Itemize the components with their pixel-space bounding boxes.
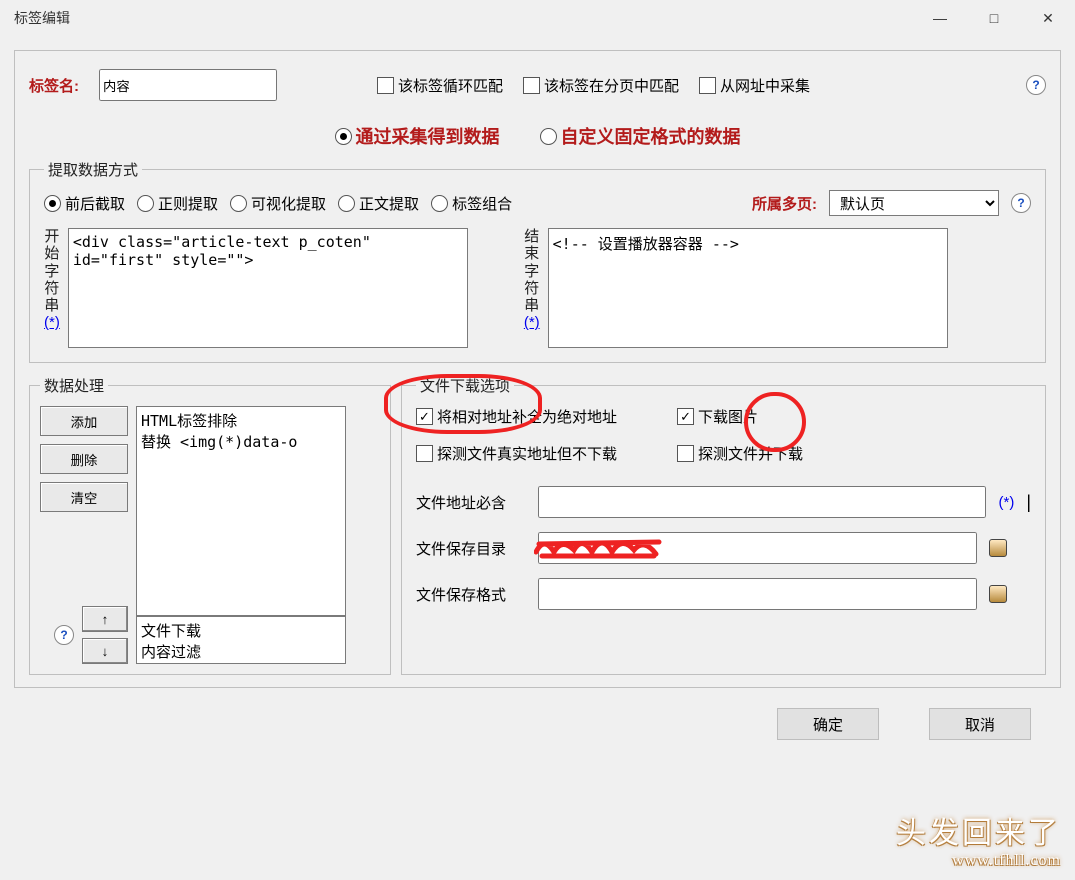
- titlebar: 标签编辑 — □ ✕: [0, 0, 1075, 36]
- extract-fieldset: 提取数据方式 前后截取 正则提取 可视化提取 正文提取 标签组合 所属多页: 默…: [29, 159, 1046, 363]
- start-wildcard[interactable]: (*): [44, 314, 60, 331]
- cancel-button[interactable]: 取消: [929, 708, 1031, 740]
- owner-label: 所属多页:: [752, 193, 817, 214]
- clear-button[interactable]: 清空: [40, 482, 128, 512]
- savedir-input[interactable]: [538, 532, 977, 564]
- owner-select[interactable]: 默认页: [829, 190, 999, 216]
- mustcontain-label: 文件地址必含: [416, 492, 526, 513]
- savedir-label: 文件保存目录: [416, 538, 526, 559]
- process-fieldset: 数据处理 添加 删除 清空 ? ↑ ↓ HTML标签排除 替换 <img(*)d…: [29, 375, 391, 675]
- file-legend: 文件下载选项: [416, 375, 514, 396]
- extract-visual[interactable]: 可视化提取: [230, 193, 326, 214]
- cb-probe-dl[interactable]: 探测文件并下载: [677, 443, 803, 464]
- end-wildcard[interactable]: (*): [524, 314, 540, 331]
- minimize-icon[interactable]: —: [927, 10, 953, 27]
- mode-collect[interactable]: 通过采集得到数据: [335, 123, 500, 149]
- tag-name-label: 标签名:: [29, 75, 79, 96]
- disk-icon[interactable]: [989, 539, 1007, 557]
- help-icon[interactable]: ?: [1011, 193, 1031, 213]
- mustcontain-input[interactable]: [538, 486, 986, 518]
- tag-name-input[interactable]: [99, 69, 277, 101]
- wildcard-link[interactable]: (*): [998, 494, 1014, 511]
- move-down-button[interactable]: ↓: [82, 638, 128, 664]
- cb-pagination-match[interactable]: 该标签在分页中匹配: [523, 75, 679, 96]
- ok-button[interactable]: 确定: [777, 708, 879, 740]
- savefmt-input[interactable]: [538, 578, 977, 610]
- watermark: 头发回来了 www.tfhll.com: [896, 808, 1061, 870]
- move-up-button[interactable]: ↑: [82, 606, 128, 632]
- extract-combo[interactable]: 标签组合: [431, 193, 512, 214]
- extract-body[interactable]: 正文提取: [338, 193, 419, 214]
- process-list-bottom[interactable]: 文件下载 内容过滤: [136, 616, 346, 664]
- cb-loop-match[interactable]: 该标签循环匹配: [377, 75, 503, 96]
- disk-icon[interactable]: [989, 585, 1007, 603]
- cb-from-url[interactable]: 从网址中采集: [699, 75, 810, 96]
- mode-custom[interactable]: 自定义固定格式的数据: [540, 123, 741, 149]
- cb-probe-nodl[interactable]: 探测文件真实地址但不下载: [416, 443, 617, 464]
- extract-beforeafter[interactable]: 前后截取: [44, 193, 125, 214]
- end-string-textarea[interactable]: <!-- 设置播放器容器 -->: [548, 228, 948, 348]
- maximize-icon[interactable]: □: [981, 10, 1007, 27]
- pipe: |: [1026, 492, 1031, 513]
- add-button[interactable]: 添加: [40, 406, 128, 436]
- extract-legend: 提取数据方式: [44, 159, 142, 180]
- end-string-label: 结束字符串(*): [524, 228, 540, 332]
- process-list-top[interactable]: HTML标签排除 替换 <img(*)data-o: [136, 406, 346, 616]
- cb-absolute-url[interactable]: 将相对地址补全为绝对地址: [416, 406, 617, 427]
- close-icon[interactable]: ✕: [1035, 10, 1061, 27]
- window-title: 标签编辑: [14, 8, 70, 28]
- delete-button[interactable]: 删除: [40, 444, 128, 474]
- extract-regex[interactable]: 正则提取: [137, 193, 218, 214]
- cb-download-image[interactable]: 下载图片: [677, 406, 758, 427]
- help-icon[interactable]: ?: [54, 625, 74, 645]
- savefmt-label: 文件保存格式: [416, 584, 526, 605]
- process-legend: 数据处理: [40, 375, 108, 396]
- start-string-textarea[interactable]: <div class="article-text p_coten" id="fi…: [68, 228, 468, 348]
- help-icon[interactable]: ?: [1026, 75, 1046, 95]
- file-fieldset: 文件下载选项 将相对地址补全为绝对地址 下载图片 探测文件真实地址但不下载 探测…: [401, 375, 1046, 675]
- start-string-label: 开始字符串(*): [44, 228, 60, 332]
